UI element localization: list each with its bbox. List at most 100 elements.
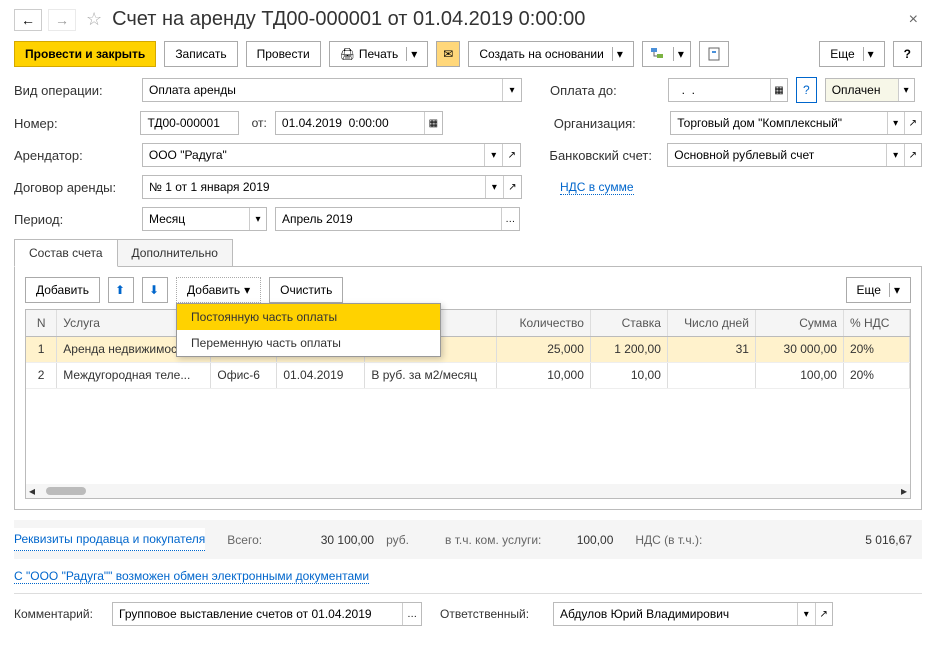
pay-until-input[interactable] xyxy=(669,79,770,101)
ellipsis-icon[interactable]: … xyxy=(402,603,421,625)
open-icon[interactable]: ↗ xyxy=(503,176,521,198)
dropdown-icon[interactable]: ▾ xyxy=(485,176,503,198)
col-n: N xyxy=(26,310,57,336)
add-row-button[interactable]: Добавить xyxy=(25,277,100,303)
table-more-label: Еще xyxy=(857,283,881,297)
from-label: от: xyxy=(247,116,267,130)
comment-label: Комментарий: xyxy=(14,607,104,621)
chevron-down-icon: ▾ xyxy=(863,47,874,61)
contract-label: Договор аренды: xyxy=(14,180,134,195)
dropdown-icon[interactable]: ▾ xyxy=(887,112,904,134)
help-button[interactable]: ? xyxy=(893,41,922,67)
attach-button[interactable] xyxy=(699,41,729,67)
move-up-button[interactable]: ⬆ xyxy=(108,277,134,303)
bank-input[interactable] xyxy=(668,144,886,166)
dd-variable-part[interactable]: Переменную часть оплаты xyxy=(177,330,440,356)
edoc-exchange-link[interactable]: С "ООО "Радуга"" возможен обмен электрон… xyxy=(14,569,369,584)
pay-until-help-button[interactable]: ? xyxy=(796,77,817,103)
calendar-icon[interactable]: ▦ xyxy=(770,79,787,101)
period-input[interactable] xyxy=(143,208,249,230)
tab-additional[interactable]: Дополнительно xyxy=(117,239,233,266)
nav-back-button[interactable]: ← xyxy=(14,9,42,31)
calendar-icon[interactable]: ▦ xyxy=(424,112,442,134)
open-icon[interactable]: ↗ xyxy=(904,112,921,134)
structure-button[interactable]: ▾ xyxy=(642,41,691,67)
date-input[interactable] xyxy=(276,112,424,134)
pay-until-label: Оплата до: xyxy=(550,83,660,98)
email-button[interactable]: ✉ xyxy=(436,41,460,67)
nav-forward-button: → xyxy=(48,9,76,31)
table-row[interactable]: 1 Аренда недвижимости /месяц 25,000 1 20… xyxy=(26,336,910,362)
add-dropdown-button[interactable]: Добавить ▾ xyxy=(176,277,261,303)
com-services-label: в т.ч. ком. услуги: xyxy=(441,533,545,547)
col-rate: Ставка xyxy=(590,310,667,336)
responsible-label: Ответственный: xyxy=(440,607,545,621)
table-more-button[interactable]: Еще ▾ xyxy=(846,277,911,303)
chevron-down-icon: ▾ xyxy=(889,283,900,297)
dropdown-icon[interactable]: ▾ xyxy=(502,79,521,101)
total-label: Всего: xyxy=(223,533,266,547)
open-icon[interactable]: ↗ xyxy=(502,144,520,166)
open-icon[interactable]: ↗ xyxy=(815,603,833,625)
structure-icon xyxy=(649,46,665,62)
period-month-input[interactable] xyxy=(276,208,501,230)
bank-label: Банковский счет: xyxy=(549,148,659,163)
post-button[interactable]: Провести xyxy=(246,41,321,67)
close-icon[interactable]: × xyxy=(905,11,922,29)
dropdown-icon[interactable]: ▾ xyxy=(797,603,815,625)
chevron-down-icon: ▾ xyxy=(244,283,250,297)
open-icon[interactable]: ↗ xyxy=(904,144,921,166)
create-based-on-button[interactable]: Создать на основании ▾ xyxy=(468,41,634,67)
chevron-down-icon: ▾ xyxy=(673,47,684,61)
add-dropdown-label: Добавить xyxy=(187,283,240,297)
dropdown-icon[interactable]: ▾ xyxy=(249,208,266,230)
dropdown-icon[interactable]: ▾ xyxy=(898,79,914,101)
print-label: Печать xyxy=(359,47,398,61)
more-button[interactable]: Еще ▾ xyxy=(819,41,884,67)
number-label: Номер: xyxy=(14,116,132,131)
post-and-close-button[interactable]: Провести и закрыть xyxy=(14,41,156,67)
table-row[interactable]: 2 Междугородная теле... Офис-6 01.04.201… xyxy=(26,362,910,388)
more-label: Еще xyxy=(830,47,854,61)
vat-total-label: НДС (в т.ч.): xyxy=(631,533,706,547)
dd-constant-part[interactable]: Постоянную часть оплаты xyxy=(177,304,440,330)
status-input[interactable] xyxy=(826,79,898,101)
clear-button[interactable]: Очистить xyxy=(269,277,343,303)
op-type-label: Вид операции: xyxy=(14,83,134,98)
ellipsis-icon[interactable]: … xyxy=(501,208,519,230)
col-days: Число дней xyxy=(667,310,755,336)
col-sum: Сумма xyxy=(755,310,843,336)
dropdown-icon[interactable]: ▾ xyxy=(886,144,903,166)
renter-label: Арендатор: xyxy=(14,148,134,163)
vat-total-value: 5 016,67 xyxy=(852,533,912,547)
seller-buyer-link[interactable]: Реквизиты продавца и покупателя xyxy=(14,528,205,551)
attach-icon xyxy=(706,46,722,62)
vat-link[interactable]: НДС в сумме xyxy=(560,180,634,195)
currency-label: руб. xyxy=(382,533,413,547)
add-dropdown-menu: Постоянную часть оплаты Переменную часть… xyxy=(176,303,441,357)
favorite-star-icon[interactable]: ☆ xyxy=(86,9,102,30)
page-title: Счет на аренду ТД00-000001 от 01.04.2019… xyxy=(112,8,899,31)
org-input[interactable] xyxy=(671,112,886,134)
period-label: Период: xyxy=(14,212,134,227)
number-input[interactable] xyxy=(141,112,238,134)
tab-composition[interactable]: Состав счета xyxy=(14,239,118,267)
col-qty: Количество xyxy=(497,310,591,336)
create-based-label: Создать на основании xyxy=(479,47,604,61)
responsible-input[interactable] xyxy=(554,603,797,625)
dropdown-icon[interactable]: ▾ xyxy=(484,144,502,166)
write-button[interactable]: Записать xyxy=(164,41,237,67)
chevron-down-icon: ▾ xyxy=(406,47,417,61)
org-label: Организация: xyxy=(554,116,663,131)
op-type-input[interactable] xyxy=(143,79,502,101)
com-services-value: 100,00 xyxy=(553,533,613,547)
print-button[interactable]: 🖨 Печать ▾ xyxy=(329,41,429,67)
horizontal-scrollbar[interactable]: ◂ ▸ xyxy=(26,484,910,498)
services-table[interactable]: N Услуга сления Количество Ставка Число … xyxy=(25,309,911,499)
contract-input[interactable] xyxy=(143,176,485,198)
printer-icon: 🖨 xyxy=(340,47,355,61)
move-down-button[interactable]: ⬇ xyxy=(142,277,168,303)
col-vat: % НДС xyxy=(843,310,909,336)
renter-input[interactable] xyxy=(143,144,484,166)
comment-input[interactable] xyxy=(113,603,402,625)
